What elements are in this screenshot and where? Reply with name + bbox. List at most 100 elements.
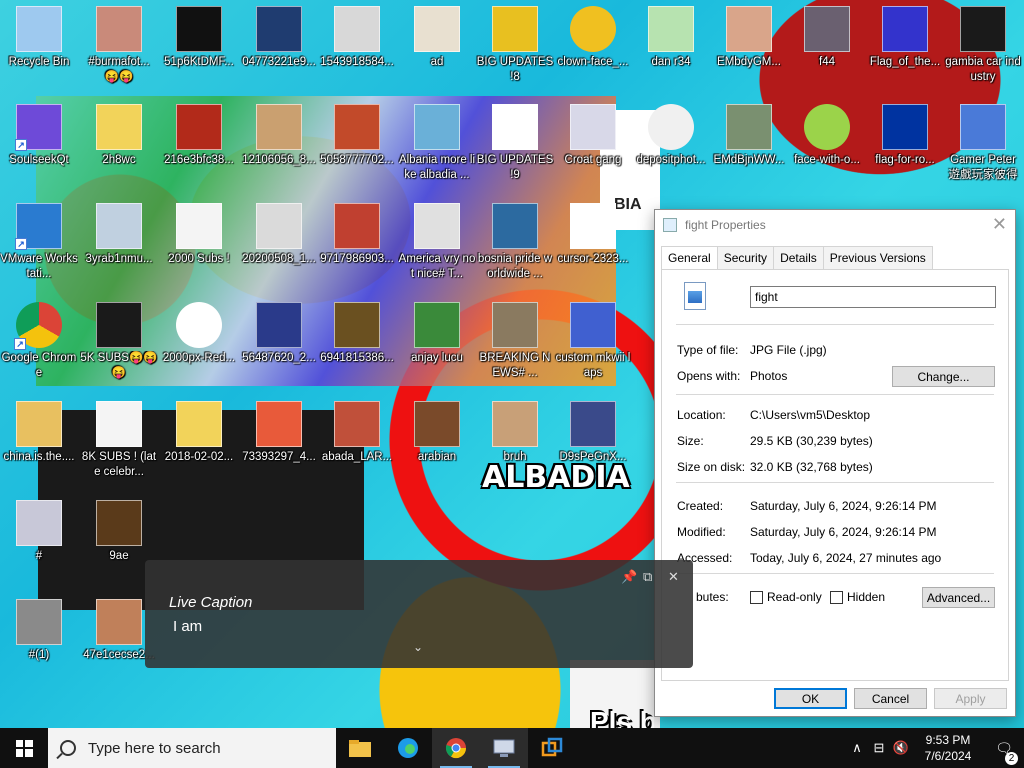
desktop-icon[interactable]: 12106056_8... [240, 98, 318, 190]
desktop-icon[interactable]: 2000px-Red... [160, 296, 238, 388]
hidden-label: Hidden [847, 590, 886, 604]
desktop-icon[interactable]: flag-for-ro... [866, 98, 944, 190]
search-placeholder: Type here to search [88, 739, 221, 757]
clock[interactable]: 9:53 PM 7/6/2024 [912, 732, 984, 764]
file-thumbnail-icon [176, 104, 222, 150]
volume-muted-icon[interactable]: 🔇 [890, 740, 912, 756]
desktop-icon[interactable]: BREAKING NEWS# ... [476, 296, 554, 388]
chevron-up-icon[interactable]: ∧ [846, 740, 868, 756]
tab-general[interactable]: General [661, 246, 718, 270]
desktop-icon-label: dan r34 [651, 56, 691, 68]
checkbox-box[interactable] [830, 590, 843, 604]
file-thumbnail-icon [492, 104, 538, 150]
caption-close-icon[interactable]: ✕ [668, 569, 679, 585]
desktop-icon[interactable]: 2h8wc [80, 98, 158, 190]
desktop-icon[interactable]: gambia car industry [944, 0, 1022, 92]
desktop-icon[interactable]: 56487620_2... [240, 296, 318, 388]
desktop-icon[interactable]: depositphot... [632, 98, 710, 190]
desktop-icon[interactable]: BIG UPDATES !9 [476, 98, 554, 190]
desktop-icon[interactable]: cursor-2323... [554, 197, 632, 289]
desktop-icon[interactable]: America vry not nice# T... [398, 197, 476, 289]
file-thumbnail-icon [882, 104, 928, 150]
chrome-button[interactable] [432, 728, 480, 768]
apply-button[interactable]: Apply [934, 688, 1007, 709]
desktop-icon[interactable]: 2000 Subs ! [160, 197, 238, 289]
desktop-icon[interactable]: abada_LAR... [318, 395, 396, 487]
desktop-icon[interactable]: arabian [398, 395, 476, 487]
desktop-icon[interactable]: dan r34 [632, 0, 710, 92]
desktop-icon[interactable]: Albania more like albadia ... [398, 98, 476, 190]
desktop-icon[interactable]: EMbdyGM... [710, 0, 788, 92]
file-thumbnail-icon [804, 104, 850, 150]
desktop-icon[interactable]: 20200508_1... [240, 197, 318, 289]
desktop-icon[interactable]: bosnia pride worldwide ... [476, 197, 554, 289]
tab-details[interactable]: Details [773, 246, 824, 270]
desktop-icon[interactable]: 216e3bfc38... [160, 98, 238, 190]
desktop-icon-label: 5058777702... [320, 154, 394, 166]
desktop-icon[interactable]: #(1) [0, 593, 78, 685]
desktop-icon-label: 2000px-Red... [162, 352, 236, 364]
dialog-close-button[interactable]: ✕ [992, 214, 1007, 235]
desktop-icon[interactable]: 1543918584... [318, 0, 396, 92]
attributes-label: butes: [696, 590, 729, 604]
tab-security[interactable]: Security [716, 246, 775, 270]
readonly-checkbox[interactable]: Read-only [750, 590, 822, 604]
desktop-icon-label: EMdBjnWW... [713, 154, 785, 166]
caption-settings-icon[interactable]: ⧉ [643, 569, 652, 585]
advanced-button[interactable]: Advanced... [922, 587, 995, 608]
desktop-icon[interactable]: Recycle Bin [0, 0, 78, 92]
desktop-icon[interactable]: 8K SUBS ! (late celebr... [80, 395, 158, 487]
desktop-icon[interactable]: face-with-o... [788, 98, 866, 190]
cancel-button[interactable]: Cancel [854, 688, 927, 709]
desktop-icon[interactable]: china.is.the.... [0, 395, 78, 487]
dialog-titlebar[interactable]: fight Properties [655, 210, 1015, 240]
desktop-icon[interactable]: 5K SUBS😝😝😝 [80, 296, 158, 388]
desktop-icon[interactable]: EMdBjnWW... [710, 98, 788, 190]
desktop-icon[interactable]: 9717986903... [318, 197, 396, 289]
desktop-icon[interactable]: 6941815386... [318, 296, 396, 388]
tab-previous-versions[interactable]: Previous Versions [822, 246, 933, 270]
file-explorer-button[interactable] [336, 728, 384, 768]
desktop-icon[interactable]: D9sPeGnX... [554, 395, 632, 487]
desktop-icon[interactable]: BIG UPDATES !8 [476, 0, 554, 92]
desktop-icon[interactable]: #burmafot... 😝😝 [80, 0, 158, 92]
desktop-icon[interactable]: 2018-02-02... [160, 395, 238, 487]
desktop-icon[interactable]: # [0, 494, 78, 586]
ok-button[interactable]: OK [774, 688, 847, 709]
desktop-icon[interactable]: 04773221e9... [240, 0, 318, 92]
hidden-checkbox[interactable]: Hidden [830, 590, 885, 604]
desktop-icon[interactable]: Gamer Peter 遊戲玩家彼得 [944, 98, 1022, 190]
desktop-icon[interactable]: Flag_of_the... [866, 0, 944, 92]
taskbar-search-box[interactable]: Type here to search [48, 728, 336, 768]
notifications-button[interactable]: 🗨 2 [984, 740, 1024, 765]
desktop-icon[interactable]: ↗ Google Chrome [0, 296, 78, 388]
desktop-icon[interactable]: f44 [788, 0, 866, 92]
network-icon[interactable]: ⊟ [868, 740, 890, 756]
desktop-icon[interactable]: 51p6KtDMF... [160, 0, 238, 92]
desktop-icon[interactable]: clown-face_... [554, 0, 632, 92]
desktop-icon[interactable]: ↗ SoulseekQt [0, 98, 78, 190]
desktop-icon[interactable]: anjay lucu [398, 296, 476, 388]
change-button[interactable]: Change... [892, 366, 995, 387]
desktop-icon[interactable]: 3yrab1nmu... [80, 197, 158, 289]
filename-input[interactable] [750, 286, 996, 308]
checkbox-box[interactable] [750, 590, 763, 604]
desktop-icon[interactable]: 73393297_4... [240, 395, 318, 487]
desktop-icon-label: flag-for-ro... [875, 154, 935, 166]
desktop-icon[interactable]: bruh [476, 395, 554, 487]
vmware-button[interactable] [528, 728, 576, 768]
desktop-icon[interactable]: ad [398, 0, 476, 92]
desktop-icon-label: face-with-o... [794, 154, 860, 166]
start-button[interactable] [0, 728, 48, 768]
file-thumbnail-icon [96, 302, 142, 348]
divider [676, 324, 994, 325]
control-panel-button[interactable] [480, 728, 528, 768]
desktop-icon[interactable]: 5058777702... [318, 98, 396, 190]
desktop-icon-label: anjay lucu [411, 352, 463, 364]
chevron-down-icon[interactable]: ⌄ [413, 640, 423, 654]
pin-icon[interactable]: 📌 [621, 569, 637, 585]
desktop-icon[interactable]: custom mkwii laps [554, 296, 632, 388]
desktop-icon[interactable]: ↗ VMware Workstati... [0, 197, 78, 289]
desktop-icon[interactable]: Croat gang [554, 98, 632, 190]
edge-button[interactable] [384, 728, 432, 768]
